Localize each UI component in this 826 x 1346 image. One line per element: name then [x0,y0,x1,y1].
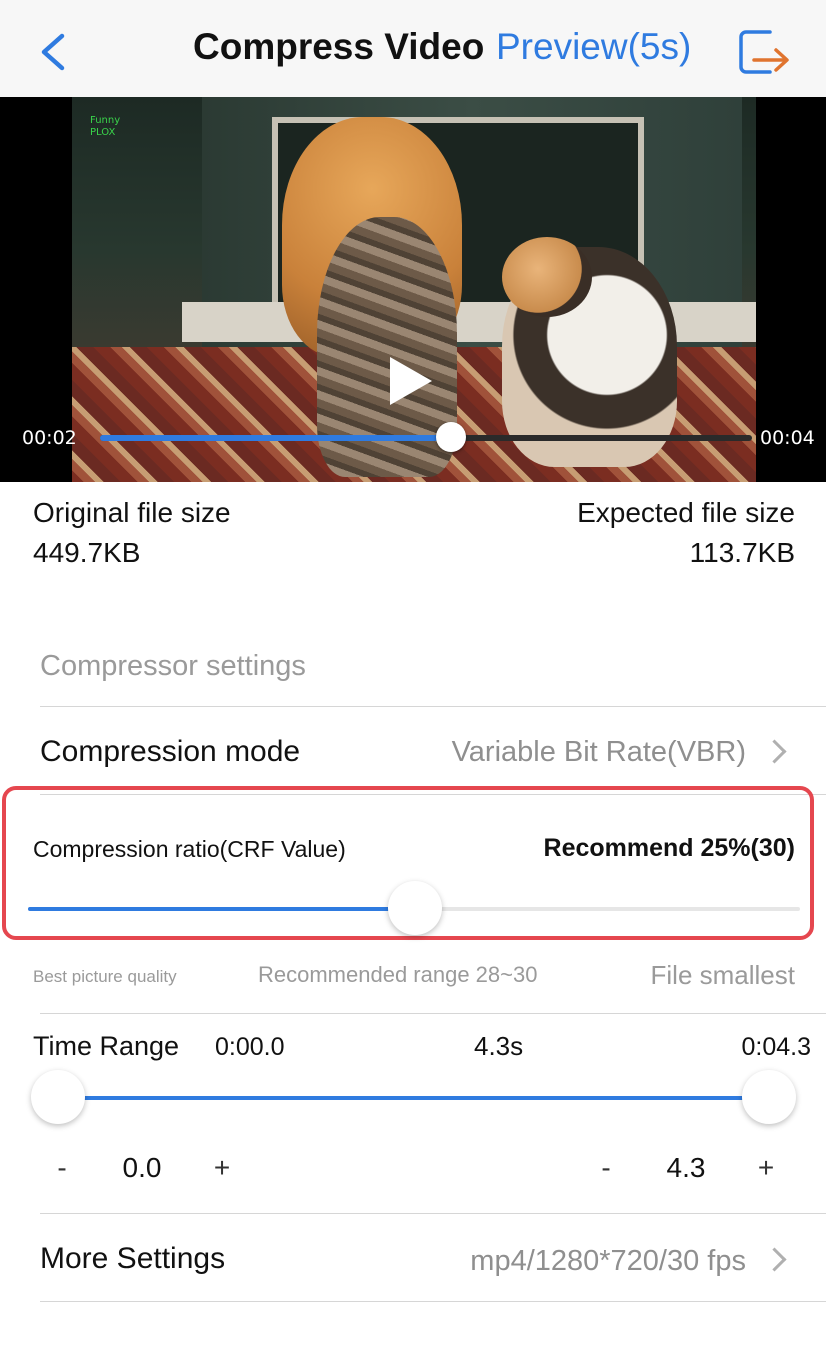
time-range-end: 0:04.3 [741,1033,811,1061]
file-smallest-label: File smallest [650,960,795,990]
more-settings-label: More Settings [40,1242,226,1275]
time-range-label: Time Range [33,1031,180,1061]
time-range-end-thumb[interactable] [742,1070,796,1124]
compression-ratio-label: Compression ratio(CRF Value) [33,836,346,862]
original-size-label: Original file size [33,497,231,528]
start-plus-button[interactable]: + [202,1152,242,1184]
video-player[interactable]: Funny PLOX 00:02 00:04 [0,97,826,482]
divider [40,1013,826,1014]
compression-ratio-recommend: Recommend 25%(30) [543,834,795,862]
time-range-start: 0:00.0 [215,1033,285,1061]
start-minus-button[interactable]: - [42,1152,82,1184]
end-plus-button[interactable]: + [746,1152,786,1184]
compression-mode-label: Compression mode [40,735,301,768]
original-size-value: 449.7KB [33,537,141,568]
end-minus-button[interactable]: - [586,1152,626,1184]
time-range-start-thumb[interactable] [31,1070,85,1124]
expected-size-value: 113.7KB [689,537,795,568]
compression-slider-fill [28,907,415,911]
page-title: Compress Video [193,26,485,67]
current-time: 00:02 [22,427,77,449]
preview-button[interactable]: Preview(5s) [496,26,691,68]
video-progress-thumb[interactable] [436,422,466,452]
back-button[interactable] [30,24,80,80]
export-arrow-icon [739,30,789,74]
start-value: 0.0 [122,1152,162,1183]
duration-time: 00:04 [760,427,815,449]
chevron-left-icon [41,33,65,71]
export-button[interactable] [736,24,794,80]
play-icon[interactable] [390,357,432,405]
compression-mode-value: Variable Bit Rate(VBR) [451,736,746,768]
section-title: Compressor settings [40,650,306,682]
end-value: 4.3 [666,1152,706,1183]
expected-size-label: Expected file size [577,497,795,528]
divider [40,1301,826,1302]
more-settings-value: mp4/1280*720/30 fps [470,1245,746,1277]
video-progress-fill [100,435,452,441]
recommended-range-label: Recommended range 28~30 [258,962,538,987]
compression-slider-thumb[interactable] [388,881,442,935]
divider [40,706,826,707]
best-quality-label: Best picture quality [33,967,177,986]
time-range-track[interactable] [58,1096,770,1100]
video-watermark: Funny PLOX [90,115,121,138]
video-frame: Funny PLOX [72,97,756,482]
time-range-duration: 4.3s [474,1031,524,1061]
